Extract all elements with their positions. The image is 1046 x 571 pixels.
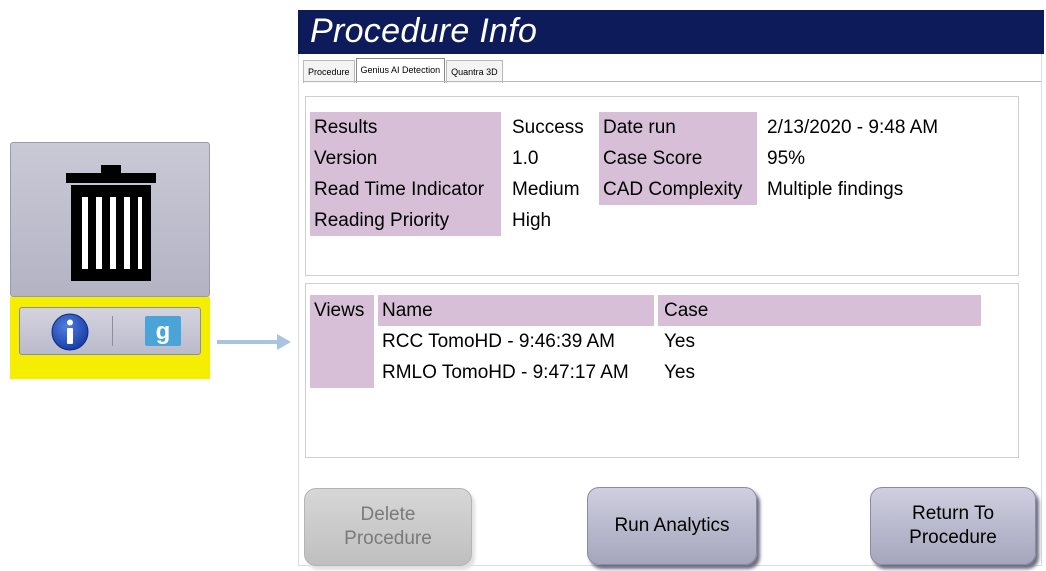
- view-row-name: RMLO TomoHD - 9:47:17 AM: [382, 362, 629, 383]
- column-header-name: Name: [382, 300, 433, 321]
- run-analytics-button[interactable]: Run Analytics: [587, 487, 757, 565]
- column-header-case: Case: [664, 300, 709, 321]
- tab-procedure[interactable]: Procedure: [303, 60, 355, 83]
- cad-complexity-label: CAD Complexity: [603, 179, 743, 200]
- reading-priority-label: Reading Priority: [314, 210, 450, 231]
- toolbar-callout: g: [10, 142, 210, 380]
- results-label: Results: [314, 117, 378, 138]
- icon-separator: [112, 316, 113, 346]
- read-time-value: Medium: [512, 179, 580, 200]
- case-score-label: Case Score: [603, 148, 703, 169]
- date-run-value: 2/13/2020 - 9:48 AM: [767, 117, 939, 138]
- views-label: Views: [314, 300, 365, 321]
- read-time-label: Read Time Indicator: [314, 179, 485, 200]
- delete-button[interactable]: [10, 142, 210, 297]
- version-label: Version: [314, 148, 378, 169]
- arrow-right-icon: [217, 334, 291, 350]
- genius-g-icon[interactable]: g: [145, 316, 181, 346]
- view-row-case: Yes: [664, 331, 695, 352]
- title-bar: Procedure Info: [298, 10, 1044, 54]
- tab-genius-ai-detection[interactable]: Genius AI Detection: [355, 58, 446, 83]
- svg-text:g: g: [156, 318, 171, 345]
- view-row-name: RCC TomoHD - 9:46:39 AM: [382, 331, 616, 352]
- tab-quantra-3d[interactable]: Quantra 3D: [446, 60, 503, 83]
- delete-procedure-label: Delete Procedure: [344, 504, 432, 549]
- view-row-case: Yes: [664, 362, 695, 383]
- highlight-box: g: [10, 297, 210, 379]
- page-title: Procedure Info: [310, 12, 538, 50]
- icon-bar: g: [19, 307, 201, 355]
- version-value: 1.0: [512, 148, 539, 169]
- trash-icon: [66, 165, 156, 281]
- return-to-procedure-button[interactable]: Return To Procedure: [870, 487, 1036, 565]
- info-icon[interactable]: [50, 312, 90, 352]
- delete-procedure-button[interactable]: Delete Procedure: [304, 488, 472, 566]
- run-analytics-label: Run Analytics: [614, 515, 730, 536]
- tab-divider: [303, 81, 1041, 82]
- results-value: Success: [512, 117, 584, 138]
- case-score-value: 95%: [767, 148, 806, 169]
- reading-priority-value: High: [512, 210, 552, 231]
- cad-complexity-value: Multiple findings: [767, 179, 904, 200]
- tab-bar: Procedure Genius AI Detection Quantra 3D: [303, 58, 504, 83]
- date-run-label: Date run: [603, 117, 676, 138]
- return-to-procedure-label: Return To Procedure: [909, 503, 997, 548]
